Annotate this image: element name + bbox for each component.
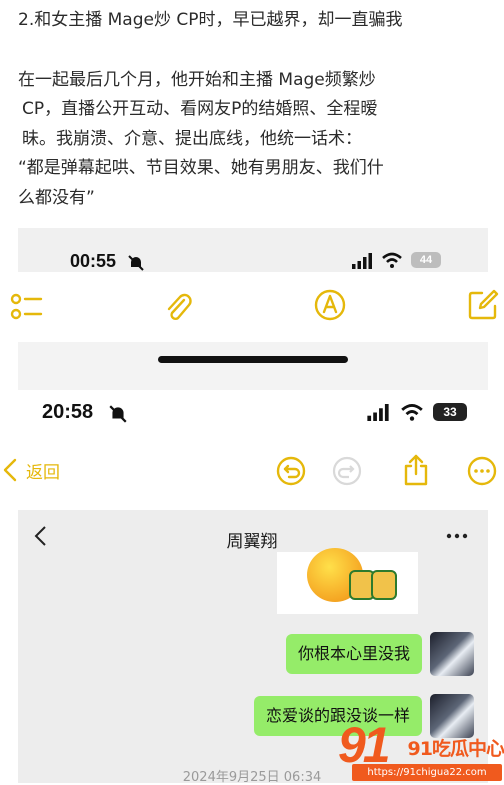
- article-heading: 2.和女主播 Mage炒 CP时，早已越界，却一直骗我: [18, 10, 403, 30]
- checklist-icon[interactable]: [10, 291, 44, 323]
- battery-level: 33: [443, 405, 457, 419]
- battery-icon: 44: [411, 252, 441, 268]
- share-icon[interactable]: [401, 454, 431, 486]
- article-line: 么都没有”: [18, 187, 95, 208]
- status-time: 00:55: [70, 251, 117, 271]
- bell-muted-icon: [128, 255, 144, 271]
- emoji-hand-icon: [371, 570, 397, 600]
- more-icon[interactable]: [446, 532, 468, 540]
- back-button[interactable]: 返回: [0, 454, 60, 486]
- avatar: [430, 632, 474, 676]
- article-line: “都是弹幕起哄、节目效果、她有男朋友、我们什: [18, 158, 384, 178]
- bell-muted-icon: [109, 405, 127, 423]
- article-line: 昧。我崩溃、介意、提出底线，他统一话术：: [22, 128, 362, 149]
- watermark: 91 91吃瓜中心 https://91chigua22.com: [334, 716, 504, 783]
- sticker-image: [277, 548, 418, 614]
- compose-icon[interactable]: [466, 288, 500, 322]
- article-text: 2.和女主播 Mage炒 CP时，早已越界，却一直骗我 在一起最后几个月，他开始…: [18, 6, 494, 213]
- home-indicator: [158, 356, 348, 363]
- article-line: 在一起最后几个月，他开始和主播 Mage频繁炒: [18, 69, 376, 90]
- battery-level: 44: [419, 254, 433, 266]
- chat-title: 周翼翔: [226, 532, 278, 552]
- back-label: 返回: [26, 462, 60, 483]
- notes-navbar: 返回: [0, 448, 504, 492]
- markup-pen-icon[interactable]: [313, 288, 347, 322]
- paperclip-icon[interactable]: [162, 290, 194, 324]
- battery-icon: 33: [433, 403, 467, 421]
- wifi-icon: [382, 252, 402, 268]
- undo-icon[interactable]: [276, 456, 306, 486]
- status-time: 20:58: [42, 401, 94, 423]
- message-bubble: 你根本心里没我: [285, 634, 422, 674]
- wifi-icon: [401, 404, 423, 421]
- signal-icon: [367, 404, 389, 421]
- watermark-brand: 91吃瓜中心: [407, 738, 504, 760]
- signal-icon: [352, 253, 372, 269]
- more-icon[interactable]: [467, 456, 497, 486]
- watermark-url: https://91chigua22.com: [352, 764, 502, 781]
- article-line: CP，直播公开互动、看网友P的结婚照、全程暧: [22, 99, 378, 119]
- notes-toolbar: [0, 272, 504, 342]
- redo-icon[interactable]: [332, 456, 362, 486]
- chevron-left-icon: [3, 458, 17, 482]
